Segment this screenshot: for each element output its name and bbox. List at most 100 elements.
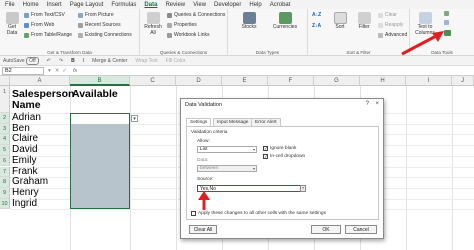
- row-header-9[interactable]: 9: [0, 187, 10, 199]
- cell-a10[interactable]: Ingrid: [11, 198, 37, 210]
- allow-select[interactable]: List ▾: [197, 146, 257, 153]
- globe-icon: [24, 22, 29, 28]
- tab-input-message[interactable]: Input Message: [213, 118, 253, 126]
- cell-dropdown-arrow-icon[interactable]: ▾: [131, 115, 138, 122]
- function-icon[interactable]: fx: [73, 68, 77, 74]
- column-header-b[interactable]: B: [70, 76, 130, 86]
- column-header-e[interactable]: E: [222, 76, 268, 86]
- ok-button[interactable]: OK: [311, 225, 341, 234]
- data-select[interactable]: between ▾: [197, 165, 257, 172]
- remove-duplicates-button[interactable]: [444, 20, 449, 25]
- tab-error-alert[interactable]: Error Alert: [251, 118, 281, 126]
- row-header-7[interactable]: 7: [0, 166, 10, 178]
- refresh-all-button[interactable]: Refresh All: [143, 12, 163, 36]
- clear-filter-icon: [378, 12, 383, 18]
- selected-range[interactable]: [70, 113, 130, 209]
- sort-za-button[interactable]: Z↓A: [312, 23, 321, 29]
- tab-review[interactable]: Review: [165, 2, 185, 8]
- sort-za-icon: Z↓A: [312, 23, 322, 29]
- from-web-button[interactable]: From Web: [24, 22, 54, 28]
- currencies-button[interactable]: Currencies: [268, 12, 302, 31]
- column-header-i[interactable]: I: [406, 76, 452, 86]
- tab-page-layout[interactable]: Page Layout: [70, 2, 104, 8]
- merge-center-button[interactable]: Merge & Center: [92, 58, 127, 64]
- tab-formulas[interactable]: Formulas: [111, 2, 136, 8]
- active-cell-b2[interactable]: [70, 113, 130, 124]
- from-picture-button[interactable]: From Picture: [78, 12, 114, 18]
- tab-insert[interactable]: Insert: [47, 2, 62, 8]
- apply-all-label: Apply these changes to all other cells w…: [198, 211, 326, 216]
- tab-developer[interactable]: Developer: [214, 2, 241, 8]
- range-picker-icon[interactable]: ⇡: [300, 185, 306, 192]
- cancel-entry-icon[interactable]: ✕: [55, 68, 60, 74]
- confirm-entry-icon[interactable]: ✓: [62, 68, 67, 74]
- bold-button[interactable]: B: [71, 58, 75, 64]
- from-text-csv-button[interactable]: From Text/CSV: [24, 12, 65, 18]
- flash-fill-button[interactable]: [444, 11, 449, 16]
- ignore-blank-checkbox[interactable]: ✓: [263, 146, 268, 151]
- column-header-c[interactable]: C: [130, 76, 176, 86]
- database-icon: [5, 12, 19, 24]
- tab-home[interactable]: Home: [23, 2, 39, 8]
- source-input[interactable]: Yes,No: [197, 185, 305, 192]
- row-header-5[interactable]: 5: [0, 145, 10, 156]
- name-box-dropdown-icon[interactable]: ▾: [48, 68, 51, 74]
- cell-a1-line2[interactable]: Name: [11, 100, 41, 111]
- advanced-filter-icon: [378, 32, 383, 38]
- stocks-button[interactable]: Stocks: [236, 12, 262, 31]
- name-box[interactable]: B2: [2, 66, 44, 75]
- wrap-text-button[interactable]: Wrap Text: [135, 58, 157, 64]
- column-header-j[interactable]: J: [452, 76, 474, 86]
- from-table-range-button[interactable]: From Table/Range: [24, 32, 72, 38]
- recent-sources-button[interactable]: Recent Sources: [78, 22, 121, 28]
- group-label-get-transform: Get & Transform Data: [47, 50, 92, 55]
- row-header-4[interactable]: 4: [0, 134, 10, 146]
- row-header-6[interactable]: 6: [0, 155, 10, 167]
- cell-a6[interactable]: Emily: [11, 155, 36, 167]
- source-label: Source:: [197, 177, 214, 182]
- row-header-1[interactable]: 1: [0, 86, 10, 113]
- italic-button[interactable]: I: [83, 58, 84, 64]
- queries-connections-button[interactable]: Queries & Connections: [167, 12, 225, 18]
- column-header-d[interactable]: D: [176, 76, 222, 86]
- column-header-f[interactable]: F: [268, 76, 314, 86]
- flash-fill-icon: [444, 11, 449, 16]
- in-cell-dropdown-checkbox[interactable]: ✓: [263, 154, 268, 159]
- row-header-2[interactable]: 2: [0, 113, 10, 124]
- redo-icon[interactable]: ↷: [59, 58, 63, 64]
- cancel-button[interactable]: Cancel: [345, 225, 377, 234]
- sort-az-button[interactable]: A↓Z: [312, 12, 321, 18]
- chevron-down-icon: ▾: [252, 166, 255, 171]
- column-header-g[interactable]: G: [314, 76, 360, 86]
- tab-file[interactable]: File: [5, 2, 15, 8]
- tab-settings[interactable]: Settings: [186, 118, 212, 126]
- tab-view[interactable]: View: [193, 2, 206, 8]
- tab-help[interactable]: Help: [249, 2, 261, 8]
- sort-button[interactable]: Sort: [330, 12, 350, 31]
- cell-a9[interactable]: Henry: [11, 187, 39, 199]
- properties-icon: [167, 22, 172, 28]
- close-icon[interactable]: ×: [375, 101, 379, 107]
- undo-icon[interactable]: ↶: [47, 58, 51, 64]
- workbook-links-button[interactable]: Workbook Links: [167, 32, 209, 38]
- tab-data[interactable]: Data: [144, 2, 157, 8]
- row-header-10[interactable]: 10: [0, 198, 10, 210]
- filter-button[interactable]: Filter: [354, 12, 374, 31]
- properties-button[interactable]: Properties: [167, 22, 197, 28]
- column-header-a[interactable]: A: [10, 76, 70, 86]
- row-header-3[interactable]: 3: [0, 123, 10, 135]
- fill-color-button[interactable]: Fill Color: [166, 58, 186, 64]
- cell-b1[interactable]: Available: [71, 89, 118, 100]
- row-header-8[interactable]: 8: [0, 177, 10, 188]
- annotation-arrow-icon: [401, 31, 444, 56]
- apply-all-checkbox[interactable]: [191, 211, 196, 216]
- select-all-corner[interactable]: [0, 76, 10, 86]
- column-header-h[interactable]: H: [360, 76, 406, 86]
- gridline: [176, 86, 177, 250]
- existing-connections-button[interactable]: Existing Connections: [78, 32, 132, 38]
- help-icon[interactable]: ?: [366, 101, 369, 107]
- tab-acrobat[interactable]: Acrobat: [270, 2, 291, 8]
- get-data-button[interactable]: Get Data: [3, 12, 21, 36]
- clear-all-button[interactable]: Clear All: [189, 225, 217, 234]
- clear-button[interactable]: Clear: [378, 12, 397, 18]
